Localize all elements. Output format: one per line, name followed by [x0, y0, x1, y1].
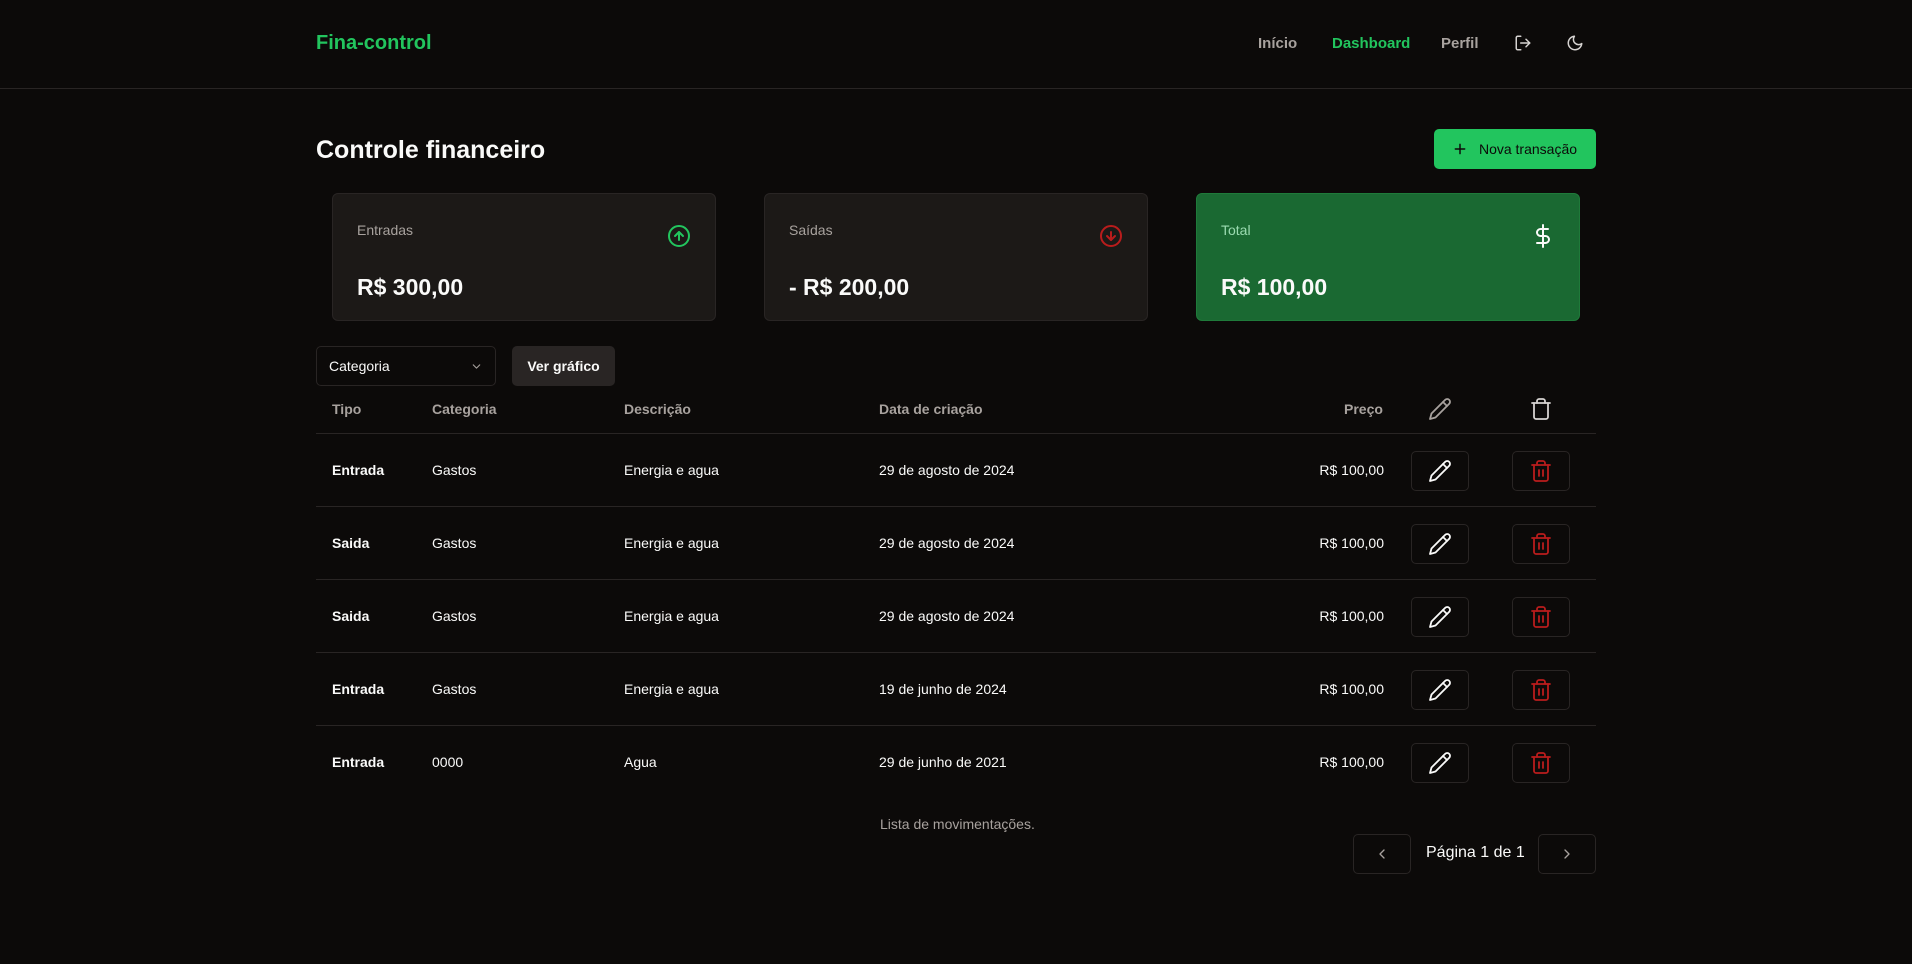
brand-logo[interactable]: Fina-control — [316, 32, 432, 55]
plus-icon — [1454, 143, 1466, 155]
edit-button[interactable] — [1411, 451, 1469, 491]
cell-tipo: Entrada — [332, 754, 385, 770]
moon-icon[interactable] — [1562, 30, 1588, 56]
edit-button[interactable] — [1411, 670, 1469, 710]
trash-icon — [1531, 606, 1551, 628]
delete-button[interactable] — [1512, 743, 1570, 783]
edit-button[interactable] — [1411, 743, 1469, 783]
delete-button[interactable] — [1512, 524, 1570, 564]
header-descricao: Descrição — [624, 401, 691, 417]
table-row: Saida Gastos Energia e agua 29 de agosto… — [316, 579, 1596, 652]
next-page-button[interactable] — [1538, 834, 1596, 874]
chevron-down-icon — [472, 364, 481, 369]
pencil-icon — [1429, 398, 1451, 420]
pagination-label: Página 1 de 1 — [1426, 844, 1525, 861]
cell-preco: R$ 100,00 — [1319, 754, 1384, 770]
pencil-icon — [1429, 460, 1451, 482]
cell-preco: R$ 100,00 — [1319, 681, 1384, 697]
cell-tipo: Saida — [332, 535, 370, 551]
nav-link-dashboard[interactable]: Dashboard — [1332, 35, 1410, 52]
cell-categoria: 0000 — [432, 754, 464, 770]
nav-link-inicio[interactable]: Início — [1258, 35, 1297, 52]
arrow-up-circle-icon — [668, 225, 690, 247]
header-preco: Preço — [1344, 401, 1383, 417]
card-total-value: R$ 100,00 — [1221, 274, 1328, 300]
cell-descricao: Agua — [624, 754, 657, 770]
chevron-right-icon — [1564, 849, 1570, 859]
cell-preco: R$ 100,00 — [1319, 535, 1384, 551]
trash-icon — [1531, 460, 1551, 482]
cell-descricao: Energia e agua — [624, 462, 719, 478]
cell-categoria: Gastos — [432, 608, 477, 624]
top-navbar: Fina-control Início Dashboard Perfil — [0, 0, 1912, 89]
pencil-icon — [1429, 606, 1451, 628]
card-total: Total R$ 100,00 — [1196, 193, 1580, 321]
category-select[interactable]: Categoria — [316, 346, 496, 386]
view-chart-button[interactable]: Ver gráfico — [512, 346, 615, 386]
trash-icon — [1531, 398, 1551, 420]
cell-tipo: Saida — [332, 608, 370, 624]
cell-preco: R$ 100,00 — [1319, 462, 1384, 478]
edit-button[interactable] — [1411, 597, 1469, 637]
header-categoria: Categoria — [432, 401, 497, 417]
header-data: Data de criação — [879, 401, 983, 417]
card-saidas-value: - R$ 200,00 — [789, 274, 910, 300]
card-saidas: Saídas - R$ 200,00 — [764, 193, 1148, 321]
previous-page-button[interactable] — [1353, 834, 1411, 874]
delete-button[interactable] — [1512, 670, 1570, 710]
table-row: Entrada 0000 Agua 29 de junho de 2021 R$… — [316, 725, 1596, 798]
arrow-down-circle-icon — [1100, 225, 1122, 247]
chevron-left-icon — [1379, 849, 1385, 859]
header-tipo: Tipo — [332, 401, 362, 417]
trash-icon — [1531, 533, 1551, 555]
card-total-label: Total — [1221, 222, 1251, 238]
cell-data: 29 de agosto de 2024 — [879, 608, 1015, 624]
cell-descricao: Energia e agua — [624, 535, 719, 551]
cell-descricao: Energia e agua — [624, 681, 719, 697]
cell-tipo: Entrada — [332, 462, 385, 478]
cell-data: 19 de junho de 2024 — [879, 681, 1007, 697]
cell-data: 29 de agosto de 2024 — [879, 535, 1015, 551]
pencil-icon — [1429, 533, 1451, 555]
trash-icon — [1531, 752, 1551, 774]
table-row: Entrada Gastos Energia e agua 29 de agos… — [316, 433, 1596, 506]
dollar-icon — [1536, 224, 1550, 248]
table-row: Saida Gastos Energia e agua 29 de agosto… — [316, 506, 1596, 579]
nav-link-perfil[interactable]: Perfil — [1441, 35, 1479, 52]
delete-button[interactable] — [1512, 597, 1570, 637]
table-row: Entrada Gastos Energia e agua 19 de junh… — [316, 652, 1596, 725]
card-saidas-label: Saídas — [789, 222, 833, 238]
pencil-icon — [1429, 752, 1451, 774]
new-transaction-label: Nova transação — [1478, 141, 1578, 157]
category-select-value: Categoria — [329, 358, 390, 374]
trash-icon — [1531, 679, 1551, 701]
logout-icon[interactable] — [1510, 30, 1536, 56]
new-transaction-button[interactable]: Nova transação — [1434, 129, 1596, 169]
cell-categoria: Gastos — [432, 535, 477, 551]
card-entradas-value: R$ 300,00 — [357, 274, 464, 300]
cell-tipo: Entrada — [332, 681, 385, 697]
cell-data: 29 de junho de 2021 — [879, 754, 1007, 770]
cell-categoria: Gastos — [432, 681, 477, 697]
card-entradas-label: Entradas — [357, 222, 414, 238]
delete-button[interactable] — [1512, 451, 1570, 491]
page-title: Controle financeiro — [316, 136, 546, 164]
cell-categoria: Gastos — [432, 462, 477, 478]
cell-preco: R$ 100,00 — [1319, 608, 1384, 624]
table-caption: Lista de movimentações. — [880, 816, 1035, 832]
card-entradas: Entradas R$ 300,00 — [332, 193, 716, 321]
cell-data: 29 de agosto de 2024 — [879, 462, 1015, 478]
cell-descricao: Energia e agua — [624, 608, 719, 624]
pencil-icon — [1429, 679, 1451, 701]
edit-button[interactable] — [1411, 524, 1469, 564]
